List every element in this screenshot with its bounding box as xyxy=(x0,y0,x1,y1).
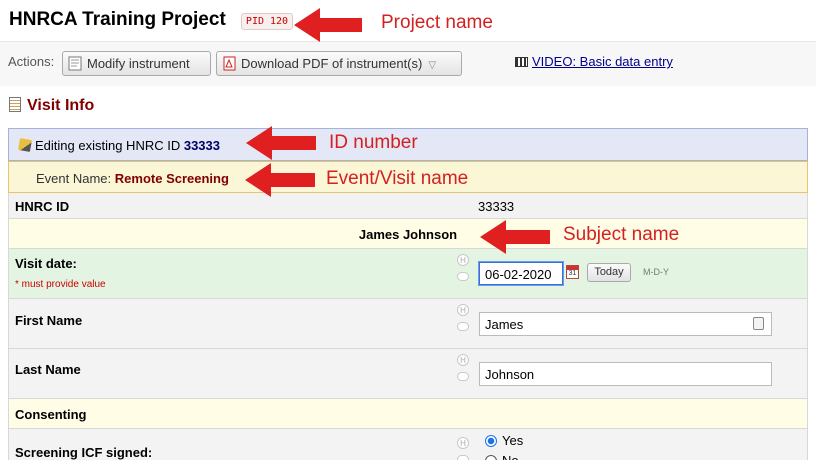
comment-icon[interactable] xyxy=(457,372,469,381)
record-id-value: 33333 xyxy=(478,199,515,214)
arrow-left-icon xyxy=(294,8,362,42)
history-icon[interactable]: H xyxy=(457,304,469,316)
history-icon[interactable]: H xyxy=(457,254,469,266)
pid-badge: PID 120 xyxy=(241,13,293,30)
section-title-label: Visit Info xyxy=(27,97,95,114)
icf-option-no[interactable]: No xyxy=(485,453,519,460)
modify-instrument-button[interactable]: Modify instrument xyxy=(62,51,211,76)
icf-label: Screening ICF signed: xyxy=(15,445,153,460)
comment-icon[interactable] xyxy=(457,272,469,281)
field-tools: H xyxy=(457,254,471,281)
field-tools: H xyxy=(457,437,471,460)
record-id-label: HNRC ID xyxy=(15,199,70,214)
field-tools: H xyxy=(457,304,471,331)
last-name-label: Last Name xyxy=(15,362,81,377)
date-format-hint: M-D-Y xyxy=(643,267,669,277)
editing-prefix: Editing existing HNRC ID xyxy=(35,138,181,153)
pdf-icon xyxy=(223,56,236,71)
record-id: 33333 xyxy=(183,138,220,153)
modify-instrument-label: Modify instrument xyxy=(87,56,190,71)
today-button[interactable]: Today xyxy=(587,263,631,282)
chevron-down-icon: ▽ xyxy=(428,60,437,71)
arrow-left-icon xyxy=(245,163,315,197)
visit-date-label: Visit date: xyxy=(15,256,77,271)
comment-icon[interactable] xyxy=(457,322,469,331)
project-title: HNRCA Training Project xyxy=(9,9,226,30)
icf-option-yes-label: Yes xyxy=(502,433,524,448)
record-id-row: HNRC ID 33333 xyxy=(8,193,808,219)
first-name-input[interactable]: James xyxy=(479,312,772,336)
subject-name: James Johnson xyxy=(358,227,458,242)
annotation-id-number: ID number xyxy=(329,132,418,153)
first-name-row: First Name H James xyxy=(8,299,808,349)
annotation-project-name: Project name xyxy=(381,12,493,33)
icf-option-yes[interactable]: Yes xyxy=(485,433,523,448)
comment-icon[interactable] xyxy=(457,455,469,460)
document-icon xyxy=(9,97,21,112)
visit-date-row: Visit date: * must provide value H 06-02… xyxy=(8,249,808,299)
video-link-label: VIDEO: Basic data entry xyxy=(532,54,673,69)
first-name-value: James xyxy=(485,317,524,332)
icf-row: Screening ICF signed: H Yes No xyxy=(8,429,808,460)
event-name: Remote Screening xyxy=(114,171,229,186)
annotation-event-visit-name: Event/Visit name xyxy=(326,168,469,189)
history-icon[interactable]: H xyxy=(457,354,469,366)
subject-name-row: James Johnson xyxy=(8,219,808,249)
consenting-header: Consenting xyxy=(8,399,808,429)
section-title: Visit Info xyxy=(9,97,94,115)
icf-option-no-label: No xyxy=(502,453,519,460)
first-name-label: First Name xyxy=(15,313,83,328)
event-prefix: Event Name: xyxy=(36,171,112,186)
actions-label: Actions: xyxy=(8,54,55,69)
last-name-input[interactable]: Johnson xyxy=(479,362,772,386)
visit-date-input[interactable]: 06-02-2020 xyxy=(479,262,563,285)
arrow-left-icon xyxy=(246,126,316,160)
form-edit-icon xyxy=(68,56,82,71)
radio-selected-icon[interactable] xyxy=(485,435,497,447)
annotation-subject-name: Subject name xyxy=(563,224,680,245)
contact-card-icon xyxy=(753,317,764,330)
history-icon[interactable]: H xyxy=(457,437,469,449)
film-icon xyxy=(515,57,528,67)
radio-icon[interactable] xyxy=(485,455,497,460)
actions-bar: Actions: Modify instrument Download PDF … xyxy=(0,42,816,86)
arrow-left-icon xyxy=(480,220,550,254)
download-pdf-label: Download PDF of instrument(s) xyxy=(241,56,423,71)
pencil-icon xyxy=(18,138,32,152)
download-pdf-button[interactable]: Download PDF of instrument(s) ▽ xyxy=(216,51,462,76)
last-name-row: Last Name H Johnson xyxy=(8,349,808,399)
video-link[interactable]: VIDEO: Basic data entry xyxy=(515,54,673,69)
field-tools: H xyxy=(457,354,471,381)
consenting-label: Consenting xyxy=(15,407,87,422)
required-note: * must provide value xyxy=(15,279,106,290)
calendar-icon[interactable]: 31 xyxy=(566,265,579,279)
